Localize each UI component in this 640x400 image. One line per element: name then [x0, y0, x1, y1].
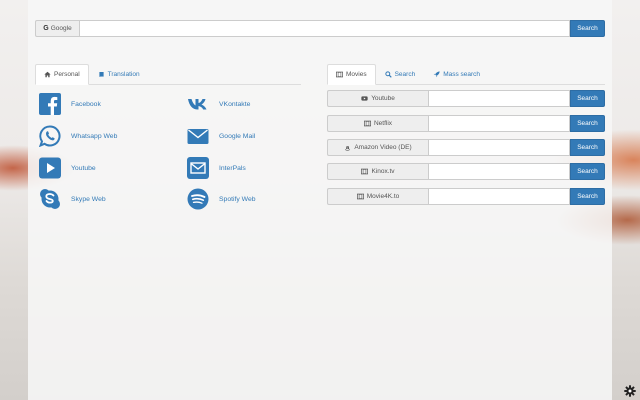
home-icon	[44, 71, 51, 78]
link-whatsapp-web[interactable]: Whatsapp Web	[39, 125, 117, 147]
youtube-icon	[361, 96, 368, 101]
film-icon	[356, 193, 364, 200]
spotify-icon	[187, 188, 209, 210]
vk-icon	[187, 93, 209, 115]
tab-mass-search-label: Mass search	[443, 71, 481, 78]
link-youtube[interactable]: Youtube	[39, 157, 96, 179]
tab-personal[interactable]: Personal	[35, 64, 89, 85]
search-engine-addon[interactable]: G Google	[35, 20, 79, 37]
whatsapp-icon	[39, 125, 61, 147]
rocket-icon	[433, 71, 440, 78]
movie-search-button-youtube[interactable]: Search	[570, 90, 605, 107]
link-skype-web-label: Skype Web	[71, 195, 106, 203]
right-tab-bar: Movies Search Mass search	[327, 64, 605, 85]
movie-search-input-youtube[interactable]	[428, 90, 570, 107]
movie-source-label: Amazon Video (DE)	[354, 144, 412, 151]
left-tab-bar: Personal Translation	[35, 64, 301, 85]
search-icon	[384, 71, 392, 78]
link-vkontakte-label: VKontakte	[219, 100, 251, 108]
movie-search-button-kinox[interactable]: Search	[570, 163, 605, 180]
link-facebook[interactable]: Facebook	[39, 93, 101, 115]
movie-row-movie4k: Movie4K.to Search	[327, 188, 605, 205]
movie-search-button-movie4k[interactable]: Search	[570, 188, 605, 205]
google-search-input[interactable]	[79, 20, 570, 37]
link-whatsapp-web-label: Whatsapp Web	[71, 132, 118, 140]
link-interpals[interactable]: InterPals	[187, 157, 246, 179]
link-spotify-web[interactable]: Spotify Web	[187, 188, 256, 210]
tab-search-label: Search	[394, 71, 416, 78]
movie-row-youtube: Youtube Search	[327, 90, 605, 107]
movie-source-movie4k: Movie4K.to	[327, 188, 428, 205]
movie-source-amazon: a Amazon Video (DE)	[327, 139, 428, 156]
movie-search-input-amazon[interactable]	[428, 139, 570, 156]
google-search-bar: G Google Search	[35, 20, 605, 37]
tab-search[interactable]: Search	[376, 64, 425, 85]
link-interpals-label: InterPals	[219, 164, 246, 172]
movie-search-button-amazon[interactable]: Search	[570, 139, 605, 156]
movie-source-label: Kinox.tv	[371, 168, 395, 175]
gear-icon[interactable]	[624, 385, 636, 397]
tab-movies-label: Movies	[346, 71, 367, 78]
movie-source-youtube: Youtube	[327, 90, 428, 107]
film-icon	[336, 71, 343, 78]
film-icon	[363, 120, 371, 127]
youtube-play-icon	[39, 157, 61, 179]
search-engine-label: Google	[50, 25, 72, 32]
google-g-icon: G	[43, 25, 49, 32]
skype-icon	[39, 188, 61, 210]
link-skype-web[interactable]: Skype Web	[39, 188, 106, 210]
movie-search-button-netflix[interactable]: Search	[570, 115, 605, 132]
link-google-mail-label: Google Mail	[219, 132, 256, 140]
movie-source-kinox: Kinox.tv	[327, 163, 428, 180]
tab-mass-search[interactable]: Mass search	[424, 64, 489, 85]
tab-translation[interactable]: Translation	[89, 64, 149, 85]
link-vkontakte[interactable]: VKontakte	[187, 93, 250, 115]
movie-source-label: Netflix	[373, 120, 393, 127]
google-search-button[interactable]: Search	[570, 20, 605, 37]
amazon-icon: a	[345, 145, 351, 151]
tab-personal-label: Personal	[54, 71, 80, 78]
movie-source-label: Movie4K.to	[366, 193, 400, 200]
tab-translation-label: Translation	[107, 71, 140, 78]
movie-search-input-movie4k[interactable]	[428, 188, 570, 205]
film-icon	[361, 168, 369, 175]
movie-row-amazon: a Amazon Video (DE) Search	[327, 139, 605, 156]
link-youtube-label: Youtube	[71, 164, 96, 172]
facebook-icon	[39, 93, 61, 115]
book-icon	[99, 72, 104, 77]
envelope-square-icon	[187, 157, 209, 179]
movie-source-netflix: Netflix	[327, 115, 428, 132]
movie-source-label: Youtube	[371, 95, 395, 102]
movie-search-input-kinox[interactable]	[428, 163, 570, 180]
link-google-mail[interactable]: Google Mail	[187, 125, 255, 147]
movie-row-kinox: Kinox.tv Search	[327, 163, 605, 180]
movie-row-netflix: Netflix Search	[327, 115, 605, 132]
movie-search-input-netflix[interactable]	[428, 115, 570, 132]
mail-icon	[187, 125, 209, 147]
link-facebook-label: Facebook	[71, 100, 101, 108]
link-spotify-web-label: Spotify Web	[219, 195, 256, 203]
tab-movies[interactable]: Movies	[327, 64, 376, 85]
